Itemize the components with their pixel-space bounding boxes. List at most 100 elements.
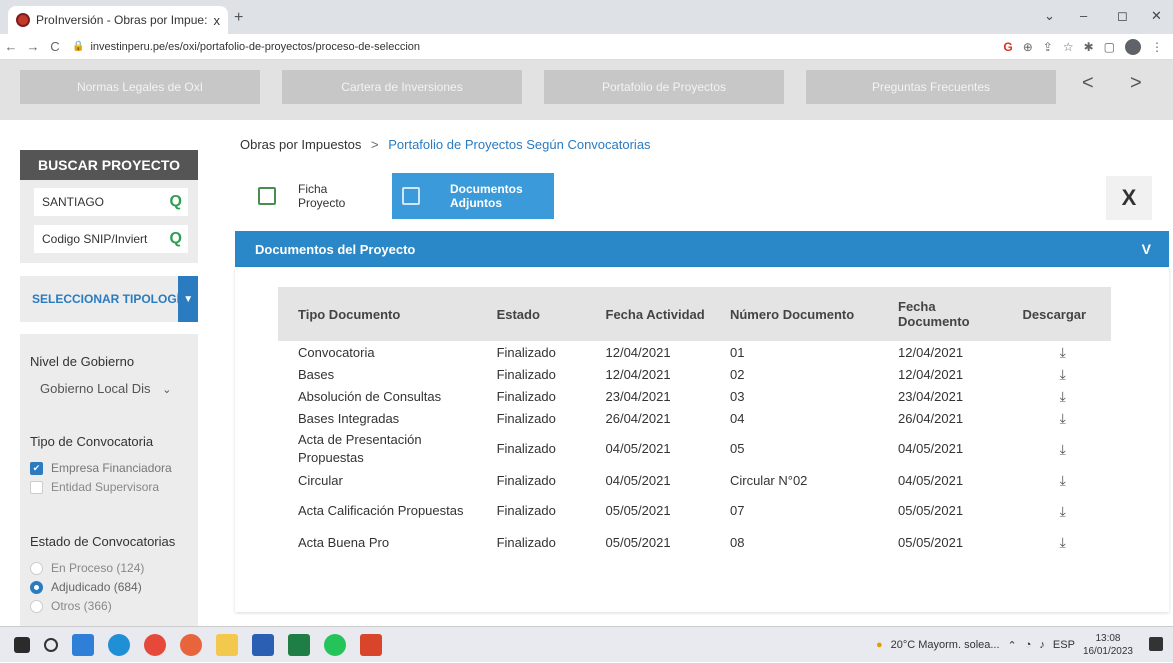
- download-icon[interactable]: ⤓: [1014, 491, 1111, 531]
- favicon-icon: [16, 13, 30, 27]
- google-icon[interactable]: G: [1003, 40, 1012, 54]
- browser-tab[interactable]: ProInversión - Obras por Impue: x: [8, 6, 228, 34]
- radio-icon[interactable]: [30, 599, 43, 613]
- nav-portafolio-proyectos[interactable]: Portafolio de Proyectos: [544, 70, 784, 104]
- search-icon[interactable]: Q: [170, 230, 182, 248]
- url-field[interactable]: 🔒 investinperu.pe/es/oxi/portafolio-de-p…: [72, 37, 1003, 57]
- sidepanel-icon[interactable]: ▢: [1104, 40, 1115, 54]
- cell-tipo: Bases: [298, 366, 335, 382]
- cell-numero: 04: [729, 410, 745, 426]
- download-icon[interactable]: ⤓: [1014, 469, 1111, 491]
- chrome-browser-icon[interactable]: [144, 633, 166, 656]
- nav-prev-arrow[interactable]: <: [1082, 72, 1094, 95]
- window-close-button[interactable]: ✕: [1151, 8, 1162, 24]
- cell-fecha-documento: 05/05/2021: [898, 534, 964, 550]
- checkbox-entidad-supervisora[interactable]: Entidad Supervisora: [30, 480, 188, 494]
- nav-cartera-inversiones[interactable]: Cartera de Inversiones: [282, 70, 522, 104]
- search-icon[interactable]: [44, 637, 58, 652]
- cell-fecha-actividad: 12/04/2021: [605, 344, 671, 360]
- section-header[interactable]: Documentos del Proyecto V: [235, 231, 1169, 267]
- download-icon[interactable]: ⤓: [1014, 407, 1111, 429]
- clock-date: 16/01/2023: [1082, 646, 1133, 657]
- tipo-convocatoria-title: Tipo de Convocatoria: [30, 434, 154, 449]
- share-icon[interactable]: ⇪: [1043, 40, 1053, 54]
- word-app-icon[interactable]: [252, 633, 274, 656]
- cell-numero: 08: [729, 534, 745, 550]
- tab-label-line: Proyecto: [298, 196, 346, 210]
- weather-text[interactable]: 20°C Mayorm. solea...: [891, 639, 1000, 651]
- radio-icon[interactable]: [30, 561, 43, 575]
- nav-normas-legales[interactable]: Normas Legales de OxI: [20, 70, 260, 104]
- edge-browser-icon[interactable]: [108, 633, 130, 656]
- nav-preguntas-frecuentes[interactable]: Preguntas Frecuentes: [806, 70, 1056, 104]
- snip-search-input[interactable]: Codigo SNIP/Inviert Q: [34, 225, 188, 253]
- minimize-button[interactable]: –: [1080, 8, 1087, 23]
- tab-ficha-proyecto[interactable]: Ficha Proyecto: [248, 173, 392, 219]
- checkbox-checked-icon[interactable]: ✔: [30, 461, 43, 475]
- url-text: investinperu.pe/es/oxi/portafolio-de-pro…: [90, 40, 421, 53]
- column-header: Número Documento: [721, 287, 891, 341]
- cell-fecha-actividad: 05/05/2021: [605, 534, 671, 550]
- caret-down-icon[interactable]: ▼: [178, 276, 198, 322]
- cell-tipo: Acta Buena Pro: [298, 534, 390, 550]
- new-tab-button[interactable]: +: [234, 9, 243, 27]
- radio-otros[interactable]: Otros (366): [30, 599, 188, 613]
- notification-icon[interactable]: [1149, 637, 1163, 651]
- tipologia-dropdown[interactable]: SELECCIONAR TIPOLOGÍA ▼: [20, 276, 198, 322]
- tipologia-label: SELECCIONAR TIPOLOGÍA: [32, 292, 179, 306]
- download-icon[interactable]: ⤓: [1014, 341, 1111, 363]
- table-row: Absolución de Consultas Finalizado 23/04…: [278, 385, 1111, 407]
- breadcrumb-root[interactable]: Obras por Impuestos: [240, 137, 361, 152]
- project-tabs: Ficha Proyecto Documentos Adjuntos: [248, 173, 554, 219]
- language-indicator[interactable]: ESP: [1053, 639, 1075, 651]
- back-icon[interactable]: ←: [0, 39, 22, 54]
- tab-close-icon[interactable]: x: [214, 13, 221, 28]
- close-button[interactable]: X: [1106, 176, 1152, 220]
- breadcrumb-current[interactable]: Portafolio de Proyectos Según Convocator…: [388, 137, 650, 152]
- nivel-gobierno-select[interactable]: Gobierno Local Dis ⌄: [30, 381, 188, 396]
- search-icon[interactable]: Q: [170, 193, 182, 211]
- radio-selected-icon[interactable]: [30, 580, 43, 594]
- extensions-icon[interactable]: ✱: [1084, 40, 1094, 54]
- firefox-browser-icon[interactable]: [180, 633, 202, 656]
- download-icon[interactable]: ⤓: [1014, 429, 1111, 469]
- snip-placeholder: Codigo SNIP/Inviert: [42, 232, 148, 246]
- tab-documentos-adjuntos[interactable]: Documentos Adjuntos: [392, 173, 554, 219]
- forward-icon[interactable]: →: [22, 39, 44, 54]
- nav-next-arrow[interactable]: >: [1130, 72, 1142, 95]
- volume-icon[interactable]: ♪: [1039, 639, 1045, 651]
- checkbox-unchecked-icon[interactable]: [30, 480, 43, 494]
- acrobat-app-icon[interactable]: [360, 633, 382, 656]
- network-icon[interactable]: ◔: [1025, 639, 1032, 651]
- bookmark-star-icon[interactable]: ☆: [1063, 40, 1074, 54]
- project-search-input[interactable]: SANTIAGO Q: [34, 188, 188, 216]
- checkbox-empresa-financiadora[interactable]: ✔ Empresa Financiadora: [30, 461, 188, 475]
- tray-chevron-icon[interactable]: ⌃: [1008, 639, 1017, 652]
- radio-en-proceso[interactable]: En Proceso (124): [30, 561, 188, 575]
- clock[interactable]: 13:08 16/01/2023: [1083, 632, 1133, 658]
- windows-start-icon[interactable]: [14, 636, 30, 653]
- cell-fecha-actividad: 05/05/2021: [605, 503, 671, 518]
- chevron-down-icon[interactable]: ⌄: [1044, 8, 1055, 24]
- collapse-toggle[interactable]: V: [1142, 241, 1151, 257]
- weather-icon[interactable]: ●: [876, 639, 883, 651]
- breadcrumb-separator: >: [371, 137, 379, 152]
- file-explorer-icon[interactable]: [216, 633, 238, 656]
- zoom-icon[interactable]: ⊕: [1023, 40, 1033, 54]
- cell-fecha-actividad: 12/04/2021: [605, 366, 671, 382]
- excel-app-icon[interactable]: [288, 633, 310, 656]
- menu-icon[interactable]: ⋮: [1151, 40, 1163, 54]
- column-header: Tipo Documento: [278, 287, 489, 341]
- radio-adjudicado[interactable]: Adjudicado (684): [30, 580, 188, 594]
- mail-app-icon[interactable]: [72, 633, 94, 656]
- download-icon[interactable]: ⤓: [1014, 385, 1111, 407]
- search-sidebar: BUSCAR PROYECTO SANTIAGO Q Codigo SNIP/I…: [20, 150, 198, 642]
- cell-fecha-documento: 04/05/2021: [898, 441, 964, 456]
- whatsapp-app-icon[interactable]: [324, 633, 346, 656]
- maximize-button[interactable]: ◻: [1117, 8, 1128, 24]
- download-icon[interactable]: ⤓: [1014, 363, 1111, 385]
- reload-icon[interactable]: C: [44, 39, 66, 54]
- download-icon[interactable]: ⤓: [1014, 531, 1111, 553]
- cell-fecha-documento: 12/04/2021: [898, 366, 964, 382]
- profile-avatar[interactable]: [1125, 38, 1141, 55]
